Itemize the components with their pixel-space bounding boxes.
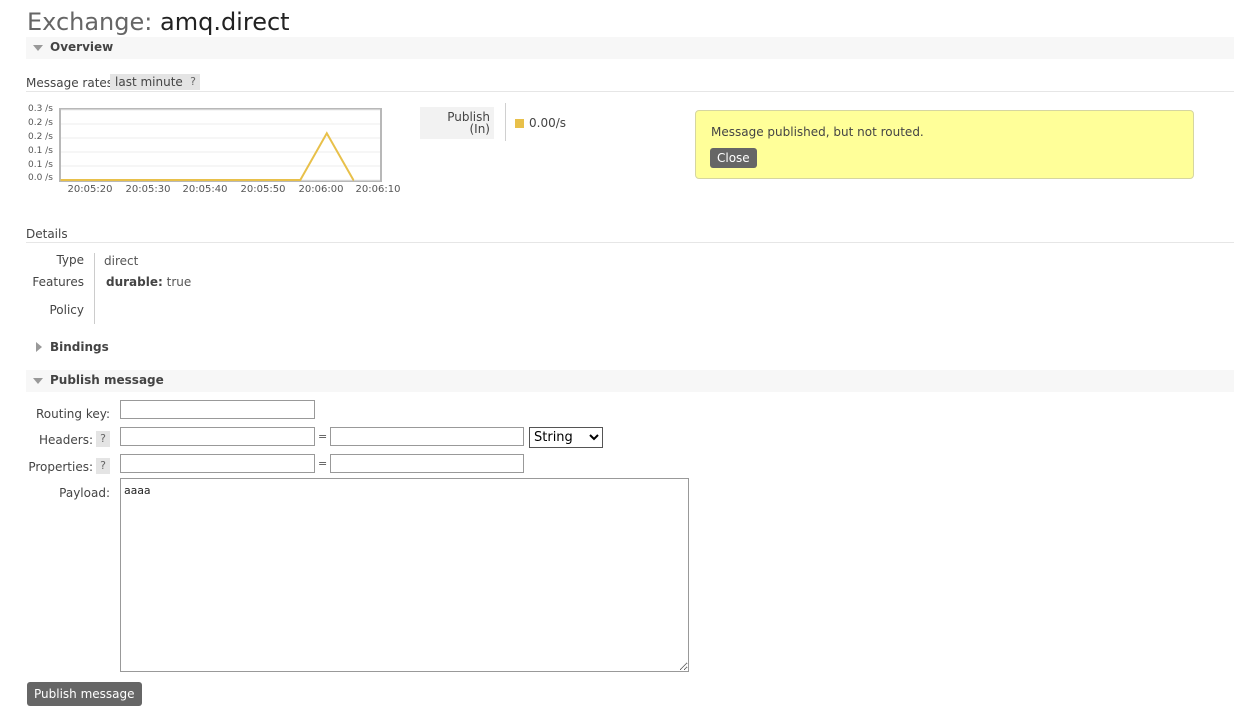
features-label: Features	[32, 275, 84, 289]
chevron-down-icon	[33, 378, 43, 384]
x-tick-label: 20:05:50	[240, 184, 286, 195]
chart-data-point	[193, 179, 195, 181]
headers-help-icon[interactable]: ?	[96, 431, 110, 447]
chart-data-point	[246, 179, 248, 181]
details-vertical-divider	[94, 253, 95, 324]
header-value-input[interactable]	[330, 427, 524, 446]
page-title-label: Exchange:	[27, 8, 153, 36]
chart-data-point	[352, 179, 355, 181]
overview-divider	[26, 91, 1234, 92]
properties-help-icon[interactable]: ?	[96, 458, 110, 474]
y-tick-label: 0.1 /s	[28, 160, 53, 170]
notification-text: Message published, but not routed.	[711, 125, 924, 139]
y-tick-label: 0.2 /s	[28, 132, 53, 142]
x-tick-label: 20:06:10	[355, 184, 401, 195]
legend-label-line2: (In)	[469, 122, 490, 136]
headers-label: Headers:	[39, 433, 93, 447]
overview-section-label: Overview	[50, 40, 114, 54]
chart-plot-area	[59, 108, 382, 182]
x-tick-label: 20:05:30	[125, 184, 171, 195]
payload-label: Payload:	[59, 486, 110, 500]
y-tick-label: 0.0 /s	[28, 173, 53, 183]
chart-data-point	[139, 179, 142, 181]
policy-label: Policy	[49, 303, 84, 317]
chart-data-point	[86, 179, 89, 181]
properties-label: Properties:	[28, 460, 93, 474]
property-value-input[interactable]	[330, 454, 524, 473]
overview-section-header[interactable]: Overview	[26, 37, 1234, 59]
x-tick-label: 20:06:00	[298, 184, 344, 195]
header-key-input[interactable]	[120, 427, 315, 446]
page-title: Exchange: amq.direct	[27, 8, 290, 36]
chevron-down-icon	[33, 45, 43, 51]
y-tick-label: 0.2 /s	[28, 118, 53, 128]
y-tick-label: 0.3 /s	[28, 104, 53, 114]
header-type-select[interactable]: String	[529, 427, 603, 448]
page-title-value: amq.direct	[160, 8, 290, 36]
notification-banner: Message published, but not routed. Close	[695, 110, 1194, 179]
close-button[interactable]: Close	[710, 148, 757, 168]
type-label: Type	[56, 253, 84, 267]
chart-legend-label: Publish (In)	[420, 107, 494, 139]
rate-range-chip[interactable]: last minute	[110, 74, 188, 90]
message-rates-label: Message rates	[26, 76, 114, 90]
chart-data-point	[299, 179, 302, 181]
bindings-section-header[interactable]: Bindings	[26, 337, 1234, 359]
publish-section-header[interactable]: Publish message	[26, 370, 1234, 392]
legend-color-swatch	[515, 119, 524, 128]
details-label: Details	[26, 227, 68, 241]
x-tick-label: 20:05:20	[67, 184, 113, 195]
payload-textarea[interactable]: aaaa	[120, 478, 689, 672]
routing-key-label: Routing key:	[36, 407, 110, 421]
publish-message-button[interactable]: Publish message	[27, 682, 142, 706]
durable-value: true	[166, 275, 192, 289]
message-rates-help-icon[interactable]: ?	[186, 74, 200, 90]
details-divider	[26, 242, 1234, 243]
publish-section-label: Publish message	[50, 373, 164, 387]
header-equals-sign: =	[318, 430, 328, 443]
chevron-right-icon	[36, 342, 42, 352]
legend-divider	[505, 103, 506, 141]
legend-rate-value: 0.00/s	[529, 116, 567, 130]
property-key-input[interactable]	[120, 454, 315, 473]
chart-data-point	[60, 179, 62, 181]
y-tick-label: 0.1 /s	[28, 146, 53, 156]
chart-data-point	[326, 132, 328, 135]
property-equals-sign: =	[318, 457, 328, 470]
bindings-section-label: Bindings	[50, 340, 109, 354]
routing-key-input[interactable]	[120, 400, 315, 419]
x-tick-label: 20:05:40	[182, 184, 228, 195]
type-value: direct	[104, 254, 139, 268]
features-value: durable: true	[106, 275, 191, 289]
durable-key: durable:	[106, 275, 163, 289]
